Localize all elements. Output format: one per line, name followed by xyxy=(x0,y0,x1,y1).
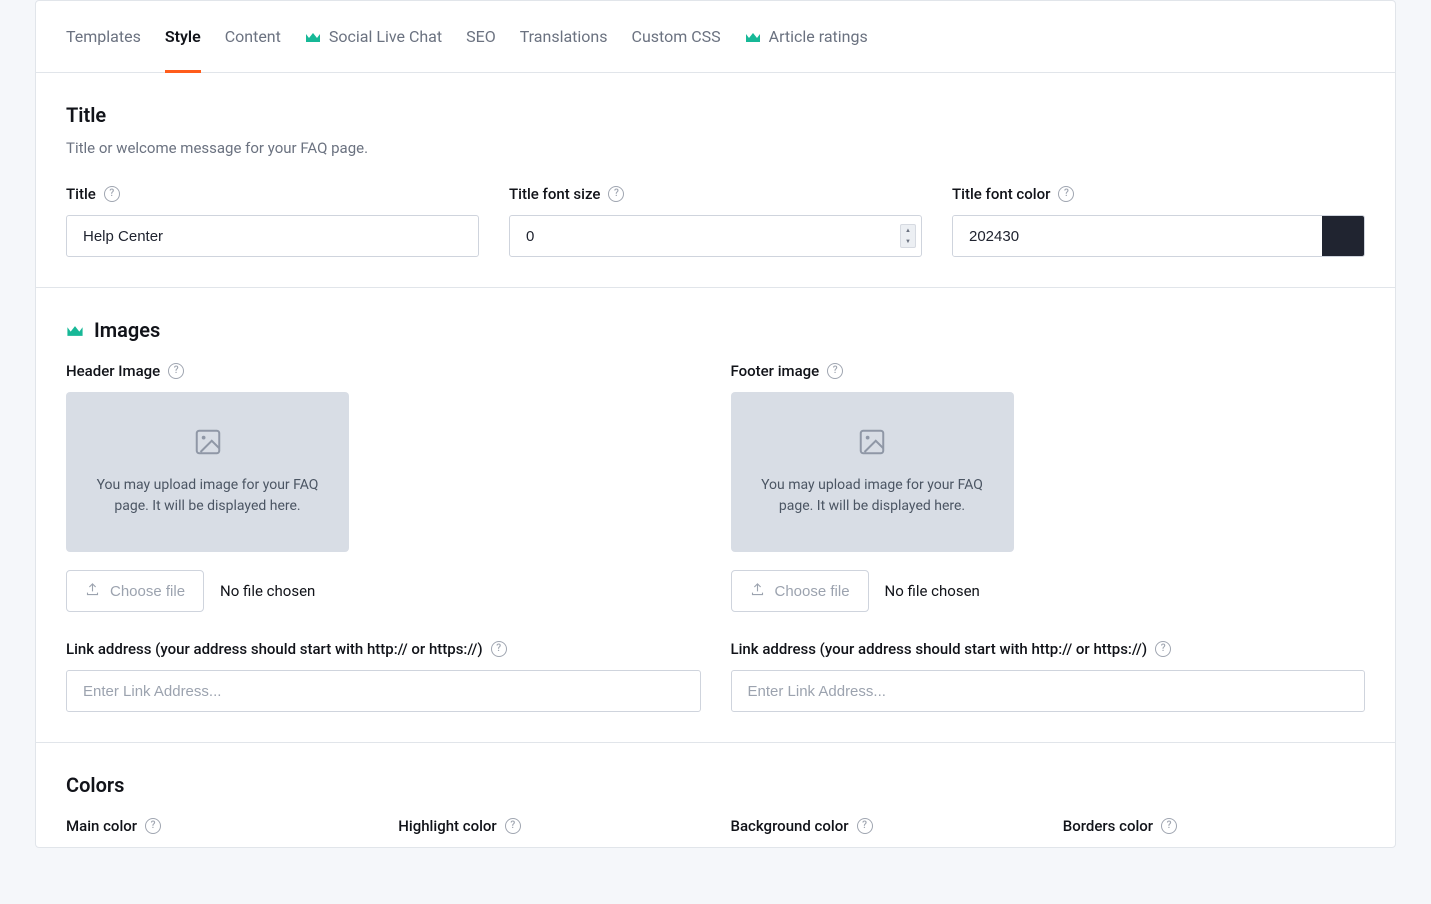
title-heading: Title xyxy=(66,103,1365,127)
tab-content[interactable]: Content xyxy=(225,1,281,72)
highlight-color-label: Highlight color ? xyxy=(398,817,700,835)
help-icon[interactable]: ? xyxy=(104,186,120,202)
tab-social-label: Social Live Chat xyxy=(329,27,442,46)
header-file-status: No file chosen xyxy=(220,582,315,600)
help-icon[interactable]: ? xyxy=(168,363,184,379)
footer-choose-file-button[interactable]: Choose file xyxy=(731,570,869,612)
tab-content-label: Content xyxy=(225,27,281,46)
crown-icon xyxy=(66,318,84,342)
highlight-color-label-text: Highlight color xyxy=(398,817,497,835)
borders-color-label-text: Borders color xyxy=(1063,817,1153,835)
title-font-color-input[interactable] xyxy=(953,216,1322,256)
choose-file-label: Choose file xyxy=(110,583,185,600)
title-input[interactable] xyxy=(66,215,479,257)
crown-icon xyxy=(305,31,321,43)
help-icon[interactable]: ? xyxy=(827,363,843,379)
tab-seo-label: SEO xyxy=(466,27,496,46)
title-desc: Title or welcome message for your FAQ pa… xyxy=(66,139,1365,157)
image-icon xyxy=(193,427,223,461)
title-section: Title Title or welcome message for your … xyxy=(36,73,1395,288)
quantity-stepper[interactable]: ▲▼ xyxy=(900,224,916,248)
font-color-label-text: Title font color xyxy=(952,185,1050,203)
image-icon xyxy=(857,427,887,461)
borders-color-label: Borders color ? xyxy=(1063,817,1365,835)
choose-file-label: Choose file xyxy=(775,583,850,600)
header-image-hint: You may upload image for your FAQ page. … xyxy=(86,475,329,517)
footer-image-label: Footer image ? xyxy=(731,362,1366,380)
help-icon[interactable]: ? xyxy=(608,186,624,202)
tab-custom-css[interactable]: Custom CSS xyxy=(632,1,721,72)
footer-file-status: No file chosen xyxy=(885,582,980,600)
header-choose-file-button[interactable]: Choose file xyxy=(66,570,204,612)
header-link-label-text: Link address (your address should start … xyxy=(66,640,483,658)
colors-section: Colors Main color ? Highlight color ? Ba… xyxy=(36,743,1395,847)
tab-article-ratings[interactable]: Article ratings xyxy=(745,1,868,72)
images-heading: Images xyxy=(66,318,1365,342)
tab-style[interactable]: Style xyxy=(165,1,201,72)
upload-icon xyxy=(750,582,765,601)
header-image-label: Header Image ? xyxy=(66,362,701,380)
footer-image-dropzone[interactable]: You may upload image for your FAQ page. … xyxy=(731,392,1014,552)
title-font-color-label: Title font color ? xyxy=(952,185,1365,203)
images-heading-text: Images xyxy=(94,318,160,342)
footer-link-label-text: Link address (your address should start … xyxy=(731,640,1148,658)
crown-icon xyxy=(745,31,761,43)
tab-translations-label: Translations xyxy=(520,27,608,46)
footer-image-label-text: Footer image xyxy=(731,362,820,380)
background-color-label-text: Background color xyxy=(731,817,849,835)
help-icon[interactable]: ? xyxy=(857,818,873,834)
background-color-label: Background color ? xyxy=(731,817,1033,835)
tab-ratings-label: Article ratings xyxy=(769,27,868,46)
footer-link-input[interactable] xyxy=(731,670,1366,712)
help-icon[interactable]: ? xyxy=(505,818,521,834)
tabs-bar: Templates Style Content Social Live Chat… xyxy=(36,1,1395,73)
main-color-label-text: Main color xyxy=(66,817,137,835)
main-color-label: Main color ? xyxy=(66,817,368,835)
title-field-label: Title ? xyxy=(66,185,479,203)
tab-social-live-chat[interactable]: Social Live Chat xyxy=(305,1,442,72)
title-font-size-input[interactable] xyxy=(509,215,922,257)
font-size-label-text: Title font size xyxy=(509,185,600,203)
help-icon[interactable]: ? xyxy=(145,818,161,834)
tab-seo[interactable]: SEO xyxy=(466,1,496,72)
help-icon[interactable]: ? xyxy=(1058,186,1074,202)
header-image-label-text: Header Image xyxy=(66,362,160,380)
title-font-size-label: Title font size ? xyxy=(509,185,922,203)
tab-templates-label: Templates xyxy=(66,27,141,46)
upload-icon xyxy=(85,582,100,601)
help-icon[interactable]: ? xyxy=(1155,641,1171,657)
tab-translations[interactable]: Translations xyxy=(520,1,608,72)
help-icon[interactable]: ? xyxy=(1161,818,1177,834)
images-section: Images Header Image ? You may upload ima… xyxy=(36,288,1395,743)
tab-templates[interactable]: Templates xyxy=(66,1,141,72)
help-icon[interactable]: ? xyxy=(491,641,507,657)
tab-style-label: Style xyxy=(165,27,201,46)
header-link-label: Link address (your address should start … xyxy=(66,640,701,658)
header-link-input[interactable] xyxy=(66,670,701,712)
title-label-text: Title xyxy=(66,185,96,203)
title-font-color-field[interactable] xyxy=(952,215,1365,257)
footer-image-hint: You may upload image for your FAQ page. … xyxy=(751,475,994,517)
header-image-dropzone[interactable]: You may upload image for your FAQ page. … xyxy=(66,392,349,552)
colors-heading: Colors xyxy=(66,773,1365,797)
footer-link-label: Link address (your address should start … xyxy=(731,640,1366,658)
tab-custom-css-label: Custom CSS xyxy=(632,27,721,46)
color-swatch[interactable] xyxy=(1322,216,1364,256)
